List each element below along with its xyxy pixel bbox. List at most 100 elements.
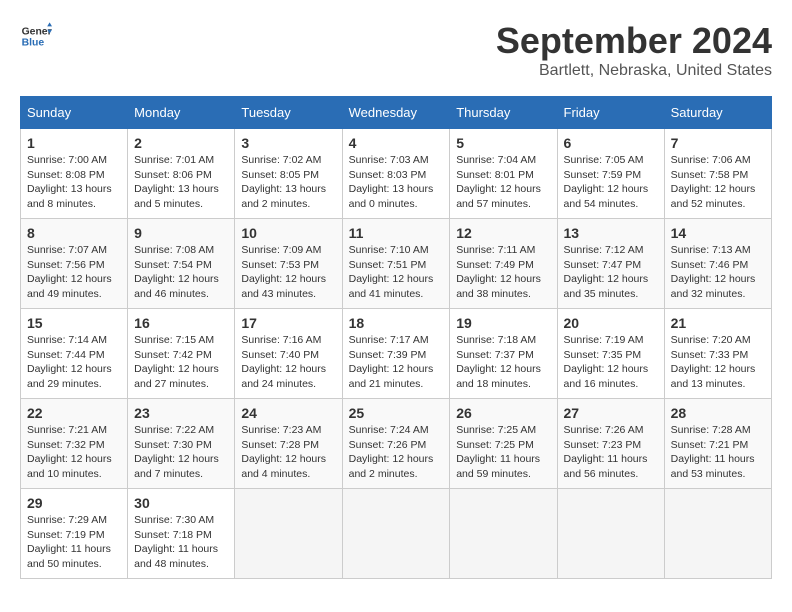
location-subtitle: Bartlett, Nebraska, United States [496,62,772,80]
svg-text:Blue: Blue [22,38,45,49]
day-info: Sunrise: 7:21 AM Sunset: 7:32 PM Dayligh… [27,423,121,482]
logo: General Blue [20,20,52,52]
calendar-week-row: 15 Sunrise: 7:14 AM Sunset: 7:44 PM Dayli… [21,309,772,399]
calendar-cell: 21Sunrise: 7:20 AM Sunset: 7:33 PM Dayli… [664,309,771,399]
calendar-cell: 3 Sunrise: 7:02 AM Sunset: 8:05 PM Daylig… [235,129,342,219]
calendar-cell: 12 Sunrise: 7:11 AM Sunset: 7:49 PM Dayli… [450,219,557,309]
calendar-cell: 14 Sunrise: 7:13 AM Sunset: 7:46 PM Dayli… [664,219,771,309]
day-number: 2 [134,135,228,151]
calendar-cell: 6Sunrise: 7:05 AM Sunset: 7:59 PM Daylig… [557,129,664,219]
calendar-week-row: 1 Sunrise: 7:00 AM Sunset: 8:08 PM Daylig… [21,129,772,219]
day-info: Sunrise: 7:10 AM Sunset: 7:51 PM Dayligh… [349,243,444,302]
weekday-header-friday: Friday [557,97,664,129]
day-number: 27 [564,405,658,421]
day-info: Sunrise: 7:26 AM Sunset: 7:23 PM Dayligh… [564,423,658,482]
calendar-cell: 2 Sunrise: 7:01 AM Sunset: 8:06 PM Daylig… [128,129,235,219]
calendar-cell: 28 Sunrise: 7:28 AM Sunset: 7:21 PM Dayli… [664,399,771,489]
calendar-cell: 15 Sunrise: 7:14 AM Sunset: 7:44 PM Dayli… [21,309,128,399]
weekday-header-sunday: Sunday [21,97,128,129]
day-number: 6 [564,135,658,151]
weekday-header-saturday: Saturday [664,97,771,129]
day-info: Sunrise: 7:15 AM Sunset: 7:42 PM Dayligh… [134,333,228,392]
calendar-cell [557,489,664,579]
calendar-cell [664,489,771,579]
calendar-week-row: 29 Sunrise: 7:29 AM Sunset: 7:19 PM Dayli… [21,489,772,579]
day-info: Sunrise: 7:01 AM Sunset: 8:06 PM Dayligh… [134,153,228,212]
day-info: Sunrise: 7:25 AM Sunset: 7:25 PM Dayligh… [456,423,550,482]
day-number: 22 [27,405,121,421]
day-number: 19 [456,315,550,331]
day-info: Sunrise: 7:16 AM Sunset: 7:40 PM Dayligh… [241,333,335,392]
day-info: Sunrise: 7:04 AM Sunset: 8:01 PM Dayligh… [456,153,550,212]
calendar-cell: 19 Sunrise: 7:18 AM Sunset: 7:37 PM Dayli… [450,309,557,399]
calendar-cell: 24 Sunrise: 7:23 AM Sunset: 7:28 PM Dayli… [235,399,342,489]
calendar-cell: 22 Sunrise: 7:21 AM Sunset: 7:32 PM Dayli… [21,399,128,489]
day-number: 18 [349,315,444,331]
day-number: 26 [456,405,550,421]
calendar-cell: 18 Sunrise: 7:17 AM Sunset: 7:39 PM Dayli… [342,309,450,399]
calendar-cell: 13Sunrise: 7:12 AM Sunset: 7:47 PM Dayli… [557,219,664,309]
day-info: Sunrise: 7:19 AM Sunset: 7:35 PM Dayligh… [564,333,658,392]
day-info: Sunrise: 7:08 AM Sunset: 7:54 PM Dayligh… [134,243,228,302]
calendar-cell: 20 Sunrise: 7:19 AM Sunset: 7:35 PM Dayli… [557,309,664,399]
day-number: 30 [134,495,228,511]
day-info: Sunrise: 7:06 AM Sunset: 7:58 PM Dayligh… [671,153,765,212]
day-info: Sunrise: 7:13 AM Sunset: 7:46 PM Dayligh… [671,243,765,302]
day-info: Sunrise: 7:09 AM Sunset: 7:53 PM Dayligh… [241,243,335,302]
calendar-cell [342,489,450,579]
day-number: 24 [241,405,335,421]
day-number: 4 [349,135,444,151]
calendar-cell: 11Sunrise: 7:10 AM Sunset: 7:51 PM Dayli… [342,219,450,309]
logo-icon: General Blue [20,20,52,52]
day-number: 5 [456,135,550,151]
day-number: 15 [27,315,121,331]
day-number: 16 [134,315,228,331]
month-year-title: September 2024 [496,20,772,62]
day-info: Sunrise: 7:02 AM Sunset: 8:05 PM Dayligh… [241,153,335,212]
day-info: Sunrise: 7:07 AM Sunset: 7:56 PM Dayligh… [27,243,121,302]
day-info: Sunrise: 7:14 AM Sunset: 7:44 PM Dayligh… [27,333,121,392]
day-number: 29 [27,495,121,511]
header: General Blue September 2024 Bartlett, Ne… [20,20,772,80]
weekday-header-row: SundayMondayTuesdayWednesdayThursdayFrid… [21,97,772,129]
day-number: 1 [27,135,121,151]
calendar-cell: 25Sunrise: 7:24 AM Sunset: 7:26 PM Dayli… [342,399,450,489]
title-area: September 2024 Bartlett, Nebraska, Unite… [496,20,772,80]
day-info: Sunrise: 7:20 AM Sunset: 7:33 PM Dayligh… [671,333,765,392]
calendar-cell: 23 Sunrise: 7:22 AM Sunset: 7:30 PM Dayli… [128,399,235,489]
day-info: Sunrise: 7:30 AM Sunset: 7:18 PM Dayligh… [134,513,228,572]
weekday-header-monday: Monday [128,97,235,129]
day-info: Sunrise: 7:18 AM Sunset: 7:37 PM Dayligh… [456,333,550,392]
day-info: Sunrise: 7:00 AM Sunset: 8:08 PM Dayligh… [27,153,121,212]
calendar-cell [450,489,557,579]
day-number: 20 [564,315,658,331]
day-number: 8 [27,225,121,241]
day-number: 28 [671,405,765,421]
calendar-table: SundayMondayTuesdayWednesdayThursdayFrid… [20,96,772,579]
day-info: Sunrise: 7:03 AM Sunset: 8:03 PM Dayligh… [349,153,444,212]
calendar-cell: 7Sunrise: 7:06 AM Sunset: 7:58 PM Daylig… [664,129,771,219]
weekday-header-thursday: Thursday [450,97,557,129]
calendar-cell: 5 Sunrise: 7:04 AM Sunset: 8:01 PM Daylig… [450,129,557,219]
calendar-cell: 8 Sunrise: 7:07 AM Sunset: 7:56 PM Daylig… [21,219,128,309]
day-number: 23 [134,405,228,421]
day-number: 12 [456,225,550,241]
day-info: Sunrise: 7:28 AM Sunset: 7:21 PM Dayligh… [671,423,765,482]
calendar-cell: 16 Sunrise: 7:15 AM Sunset: 7:42 PM Dayli… [128,309,235,399]
day-number: 25 [349,405,444,421]
day-number: 10 [241,225,335,241]
calendar-cell: 30 Sunrise: 7:30 AM Sunset: 7:18 PM Dayli… [128,489,235,579]
calendar-cell: 17 Sunrise: 7:16 AM Sunset: 7:40 PM Dayli… [235,309,342,399]
day-number: 9 [134,225,228,241]
day-info: Sunrise: 7:29 AM Sunset: 7:19 PM Dayligh… [27,513,121,572]
calendar-cell: 29 Sunrise: 7:29 AM Sunset: 7:19 PM Dayli… [21,489,128,579]
day-number: 14 [671,225,765,241]
calendar-week-row: 22 Sunrise: 7:21 AM Sunset: 7:32 PM Dayli… [21,399,772,489]
day-info: Sunrise: 7:17 AM Sunset: 7:39 PM Dayligh… [349,333,444,392]
day-number: 17 [241,315,335,331]
day-number: 3 [241,135,335,151]
day-info: Sunrise: 7:23 AM Sunset: 7:28 PM Dayligh… [241,423,335,482]
day-info: Sunrise: 7:11 AM Sunset: 7:49 PM Dayligh… [456,243,550,302]
day-info: Sunrise: 7:12 AM Sunset: 7:47 PM Dayligh… [564,243,658,302]
day-info: Sunrise: 7:22 AM Sunset: 7:30 PM Dayligh… [134,423,228,482]
